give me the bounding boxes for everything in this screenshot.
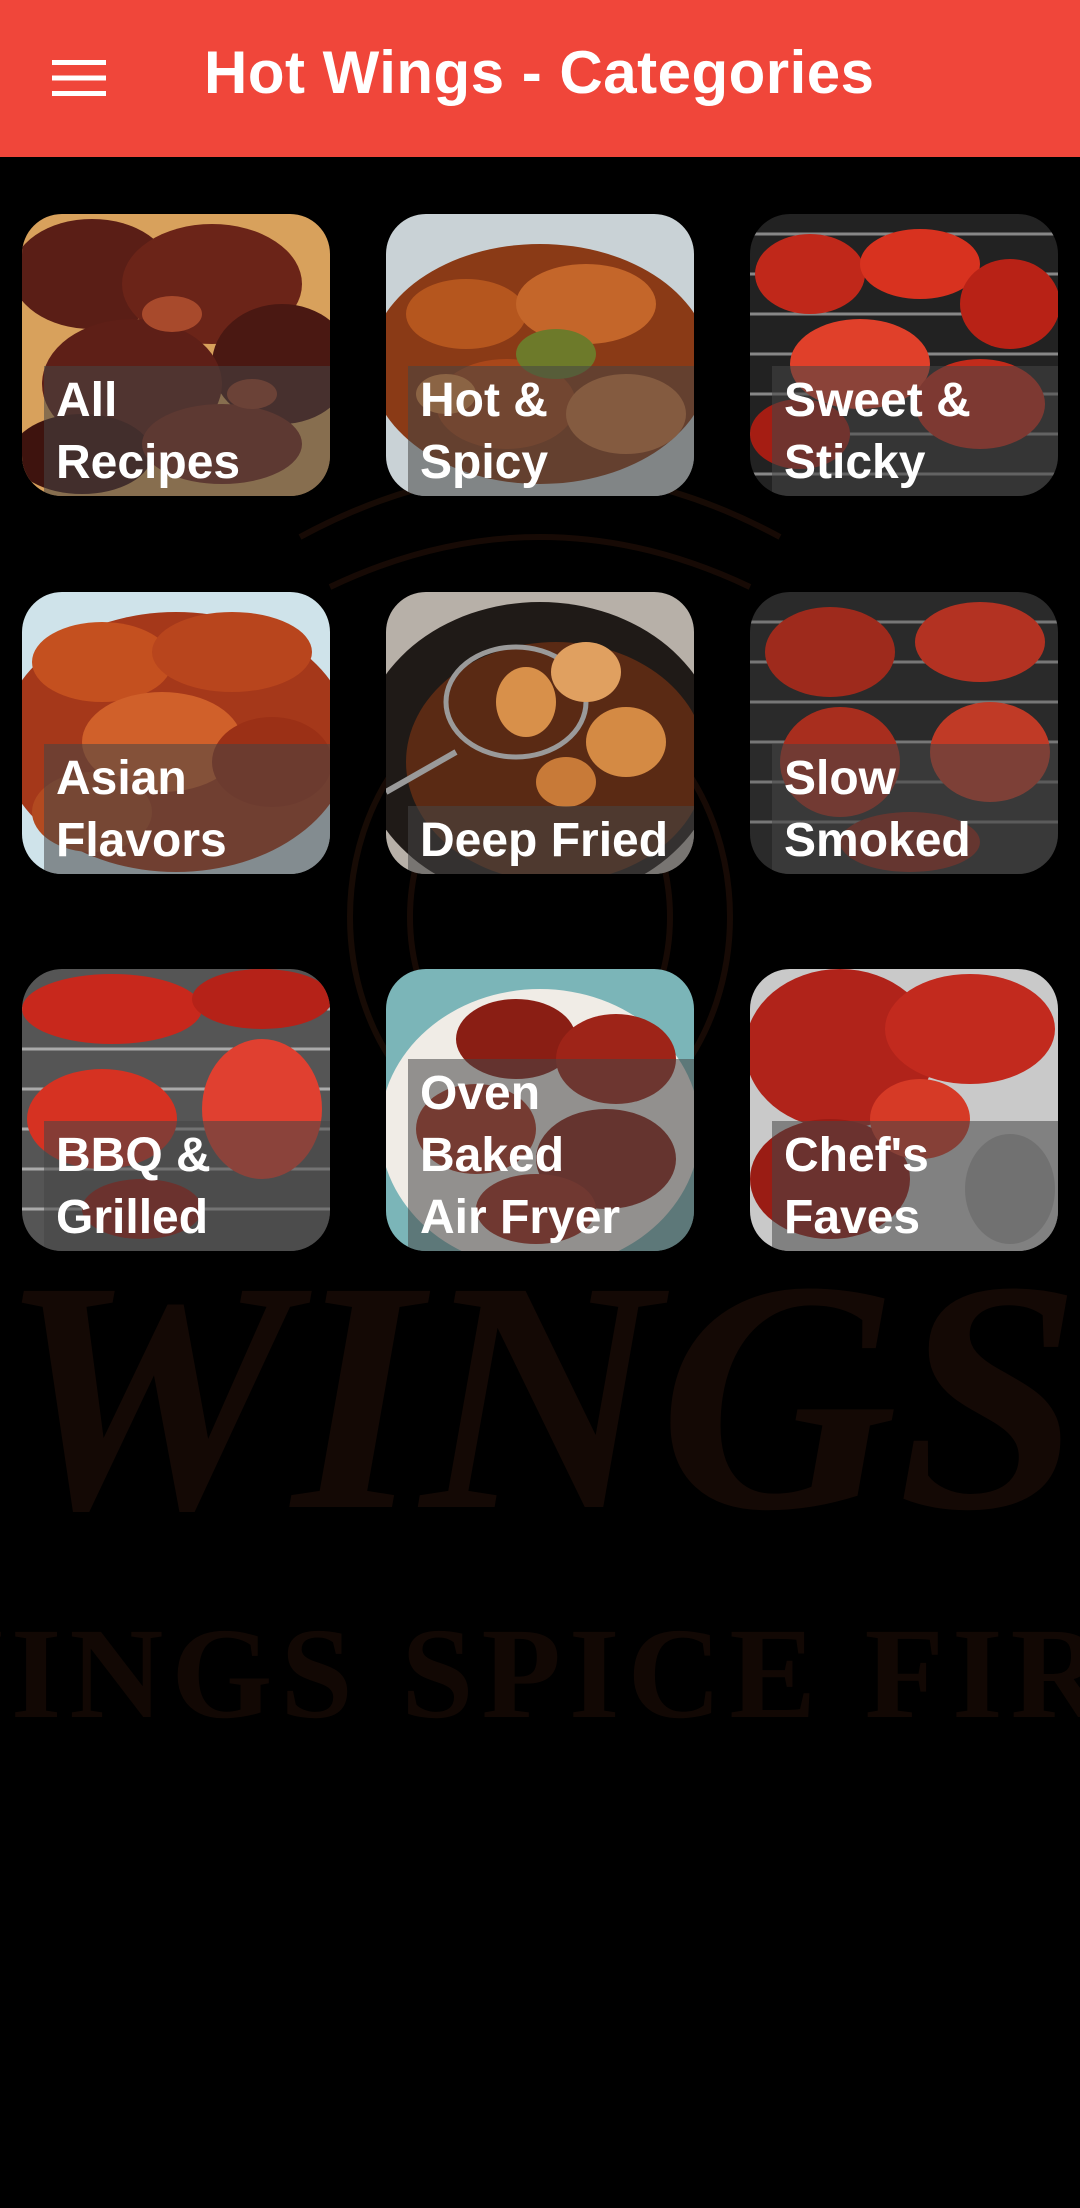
category-label-bg: BBQ & Grilled [44, 1121, 330, 1251]
category-label-bg: Asian Flavors [44, 744, 330, 874]
category-label-bg: Chef's Faves [772, 1121, 1058, 1251]
category-tile-hot-spicy[interactable]: Hot & Spicy [386, 214, 694, 496]
category-label: BBQ & Grilled [56, 1129, 211, 1244]
page-title: Hot Wings - Categories [204, 39, 875, 106]
category-label: Asian Flavors [56, 752, 227, 867]
category-tile-asian-flavors[interactable]: Asian Flavors [22, 592, 330, 874]
svg-text:WINGS SPICE FIRE: WINGS SPICE FIRE [0, 1602, 1080, 1746]
category-label-bg: Sweet & Sticky [772, 366, 1058, 496]
category-label-bg: Deep Fried [408, 806, 694, 874]
category-label-bg: Slow Smoked [772, 744, 1058, 874]
category-label: All Recipes [56, 374, 241, 489]
category-grid: All Recipes Hot & Spicy Sweet & Sticky A… [0, 157, 1080, 1357]
category-label-bg: Oven Baked Air Fryer [408, 1059, 694, 1251]
category-label: Sweet & Sticky [784, 374, 971, 489]
category-label-bg: Hot & Spicy [408, 366, 694, 496]
category-tile-sweet-sticky[interactable]: Sweet & Sticky [750, 214, 1058, 496]
category-label: Hot & Spicy [420, 374, 549, 489]
category-tile-oven-baked-air-fryer[interactable]: Oven Baked Air Fryer [386, 969, 694, 1251]
hamburger-menu-icon[interactable] [40, 46, 118, 110]
category-label-bg: All Recipes [44, 366, 330, 496]
category-label: Oven Baked Air Fryer [420, 1067, 621, 1244]
category-label: Chef's Faves [784, 1129, 929, 1244]
category-tile-all-recipes[interactable]: All Recipes [22, 214, 330, 496]
category-tile-bbq-grilled[interactable]: BBQ & Grilled [22, 969, 330, 1251]
category-label: Slow Smoked [784, 752, 971, 867]
category-tile-deep-fried[interactable]: Deep Fried [386, 592, 694, 874]
app-bar: Hot Wings - Categories [0, 0, 1080, 157]
category-label: Deep Fried [420, 814, 669, 867]
category-tile-chefs-faves[interactable]: Chef's Faves [750, 969, 1058, 1251]
category-tile-slow-smoked[interactable]: Slow Smoked [750, 592, 1058, 874]
